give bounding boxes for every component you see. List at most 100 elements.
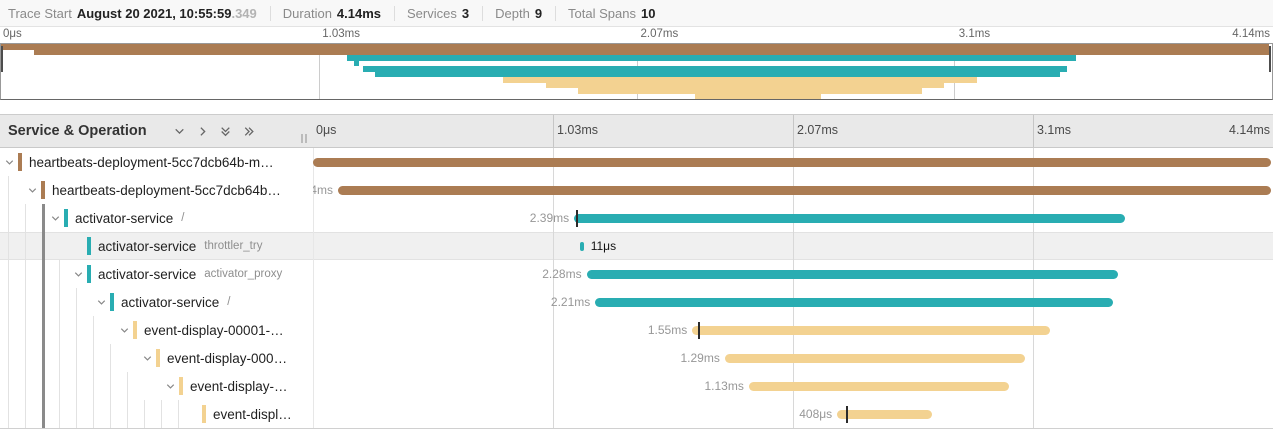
scrubber-handle-left[interactable]: [1, 46, 3, 72]
span-name-cell[interactable]: event-displ…: [0, 400, 313, 428]
span-color-block: [133, 321, 137, 339]
span-bar[interactable]: [338, 186, 1271, 195]
depth-value: 9: [535, 6, 542, 21]
services-item: Services 3: [394, 6, 482, 21]
total-spans-item: Total Spans 10: [555, 6, 668, 21]
tick-label: 1.03ms: [557, 123, 598, 137]
double-chevron-down-icon[interactable]: [219, 125, 232, 138]
span-name-cell[interactable]: event-display-…: [0, 372, 313, 400]
expand-chevron[interactable]: [27, 185, 41, 196]
expand-chevron-icon[interactable]: [142, 353, 153, 364]
service-name: heartbeats-deployment-5cc7dcb64b-m…: [29, 155, 274, 170]
span-timeline-cell[interactable]: [313, 148, 1273, 176]
scrubber-handle-right[interactable]: [1269, 46, 1271, 72]
expand-chevron[interactable]: [119, 325, 133, 336]
tick-label: 0μs: [3, 28, 22, 40]
span-bar[interactable]: [587, 270, 1119, 279]
duration-item: Duration 4.14ms: [270, 6, 394, 21]
ruler-gridline: [553, 115, 554, 147]
span-timeline-cell[interactable]: 2.39ms: [313, 204, 1273, 232]
span-bar[interactable]: [837, 410, 932, 419]
span-timeline-cell[interactable]: 4ms: [313, 176, 1273, 204]
timeline-ruler: 0μs1.03ms2.07ms3.1ms4.14ms: [313, 115, 1273, 147]
depth-label: Depth: [495, 6, 530, 21]
span-timeline-cell[interactable]: 1.29ms: [313, 344, 1273, 372]
span-bar[interactable]: [749, 382, 1009, 391]
ruler-gridline: [1033, 115, 1034, 147]
table-row[interactable]: activator-servicethrottler_try11μs: [0, 232, 1273, 260]
span-bar[interactable]: [692, 326, 1050, 335]
minimap-span-bar: [347, 55, 1077, 61]
span-timeline-cell[interactable]: 2.21ms: [313, 288, 1273, 316]
expand-chevron-icon[interactable]: [119, 325, 130, 336]
double-chevron-right-icon[interactable]: [242, 125, 255, 138]
table-row[interactable]: event-display-000… 1.29ms: [0, 344, 1273, 372]
tick-label: 4.14ms: [1232, 28, 1270, 40]
services-value: 3: [462, 6, 469, 21]
span-bar[interactable]: [574, 214, 1125, 223]
span-timeline-cell[interactable]: 1.55ms: [313, 316, 1273, 344]
minimap-canvas[interactable]: [0, 43, 1273, 100]
span-bar[interactable]: [595, 298, 1112, 307]
span-color-block: [18, 153, 22, 171]
span-color-block: [87, 265, 91, 283]
expand-chevron-icon[interactable]: [165, 381, 176, 392]
span-name-cell[interactable]: event-display-000…: [0, 344, 313, 372]
expand-chevron-icon[interactable]: [73, 269, 84, 280]
expand-chevron[interactable]: [73, 269, 87, 280]
span-color-block: [202, 405, 206, 423]
table-row[interactable]: activator-service/2.39ms: [0, 204, 1273, 232]
operation-name: /: [227, 296, 230, 308]
service-name: activator-service: [98, 267, 196, 282]
operation-name: throttler_try: [204, 240, 262, 252]
log-marker-tick[interactable]: [576, 210, 578, 227]
span-name-cell[interactable]: heartbeats-deployment-5cc7dcb64b…: [0, 176, 313, 204]
timeline-header-row: Service & Operation 0μs1.03ms2.07ms3.1ms…: [0, 114, 1273, 148]
table-row[interactable]: heartbeats-deployment-5cc7dcb64b…4ms: [0, 176, 1273, 204]
span-name-cell[interactable]: activator-servicethrottler_try: [0, 232, 313, 260]
span-timeline-cell[interactable]: 408μs: [313, 400, 1273, 428]
span-name-cell[interactable]: activator-service/: [0, 288, 313, 316]
column-resizer-grip[interactable]: [301, 134, 307, 143]
span-timeline-cell[interactable]: 11μs: [313, 232, 1273, 260]
log-marker-tick[interactable]: [698, 322, 700, 339]
table-row[interactable]: event-display-… 1.13ms: [0, 372, 1273, 400]
span-bar[interactable]: [580, 242, 584, 251]
service-operation-header: Service & Operation: [0, 115, 313, 147]
span-name-cell[interactable]: activator-service activator_proxy: [0, 260, 313, 288]
span-timeline-cell[interactable]: 2.28ms: [313, 260, 1273, 288]
span-name-cell[interactable]: event-display-00001-…: [0, 316, 313, 344]
expand-chevron-icon[interactable]: [96, 297, 107, 308]
tick-label: 4.14ms: [1229, 123, 1270, 137]
table-row[interactable]: heartbeats-deployment-5cc7dcb64b-m…: [0, 148, 1273, 176]
span-duration-label: 1.29ms: [680, 344, 719, 372]
chevron-right-icon[interactable]: [196, 125, 209, 138]
expand-chevron-icon[interactable]: [4, 157, 15, 168]
expand-chevron[interactable]: [4, 157, 18, 168]
operation-name: activator_proxy: [204, 268, 282, 280]
table-row[interactable]: activator-service activator_proxy 2.28ms: [0, 260, 1273, 288]
span-name-cell[interactable]: heartbeats-deployment-5cc7dcb64b-m…: [0, 148, 313, 176]
span-bar[interactable]: [313, 158, 1271, 167]
span-color-block: [87, 237, 91, 255]
table-row[interactable]: event-displ…408μs: [0, 400, 1273, 428]
table-row[interactable]: activator-service/2.21ms: [0, 288, 1273, 316]
expand-chevron[interactable]: [165, 381, 179, 392]
expand-chevron-icon[interactable]: [27, 185, 38, 196]
log-marker-tick[interactable]: [846, 406, 848, 423]
span-rows: heartbeats-deployment-5cc7dcb64b-m… heart…: [0, 148, 1273, 429]
service-name: event-display-…: [190, 379, 288, 394]
tick-label: 2.07ms: [797, 123, 838, 137]
span-duration-label: 2.21ms: [551, 288, 590, 316]
chevron-down-icon[interactable]: [173, 125, 186, 138]
span-bar[interactable]: [725, 354, 1025, 363]
span-name-cell[interactable]: activator-service/: [0, 204, 313, 232]
service-name: activator-service: [75, 211, 173, 226]
expand-chevron[interactable]: [142, 353, 156, 364]
expand-chevron-icon[interactable]: [50, 213, 61, 224]
table-row[interactable]: event-display-00001-…1.55ms: [0, 316, 1273, 344]
span-timeline-cell[interactable]: 1.13ms: [313, 372, 1273, 400]
expand-chevron[interactable]: [96, 297, 110, 308]
span-color-block: [41, 181, 45, 199]
expand-chevron[interactable]: [50, 213, 64, 224]
